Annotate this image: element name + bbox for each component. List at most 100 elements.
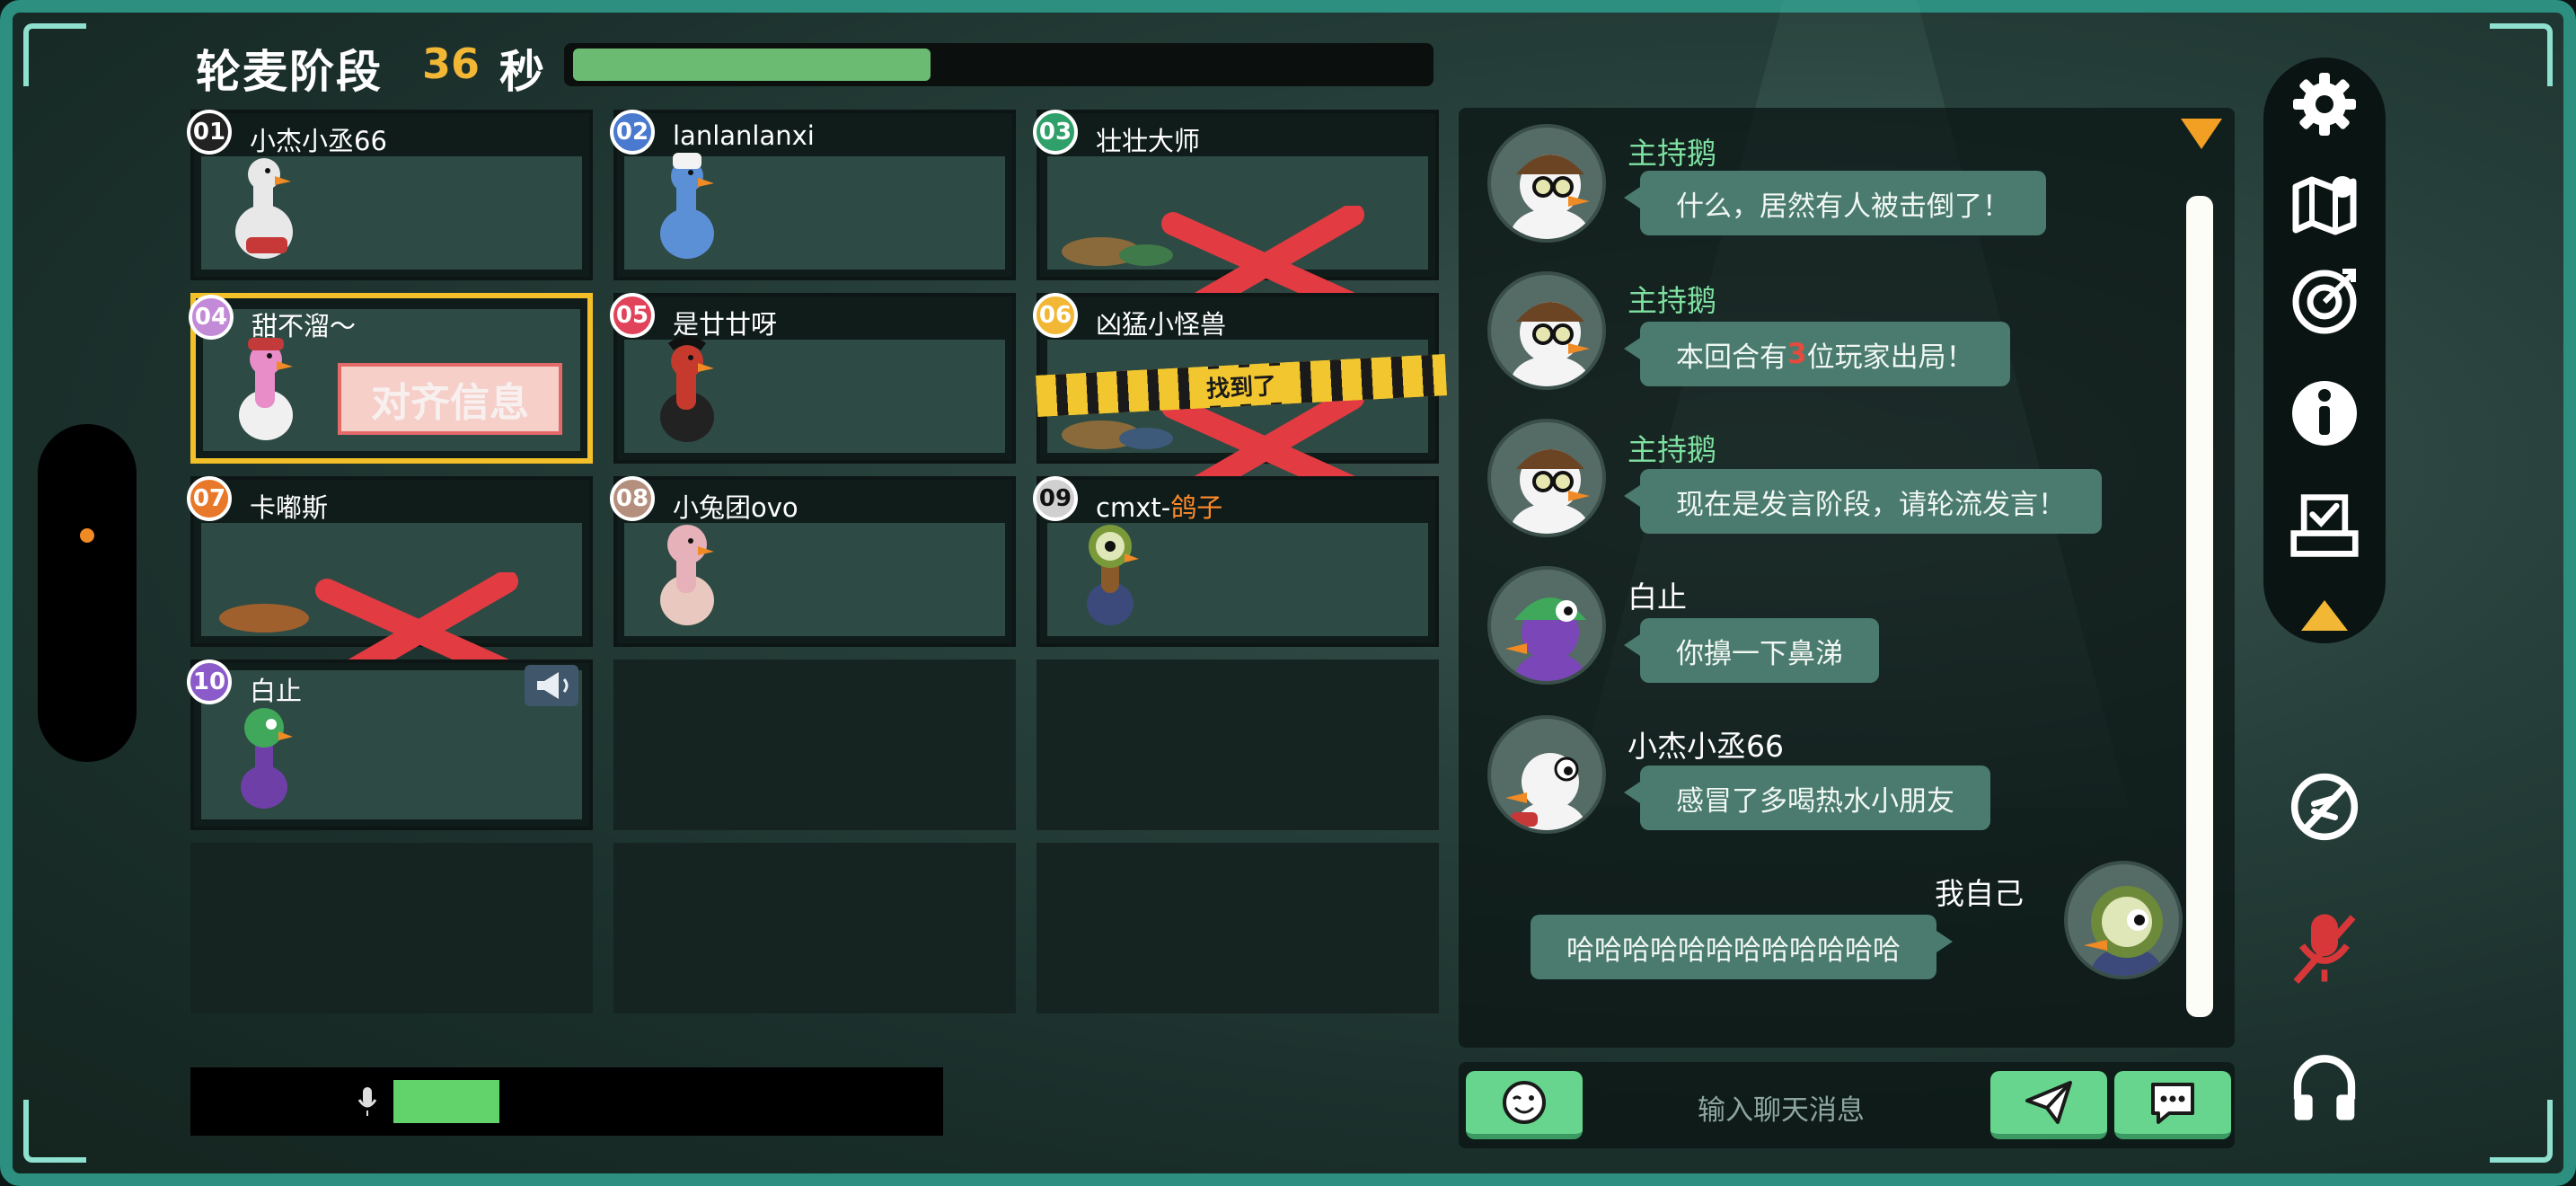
frame-corner <box>2490 1100 2553 1163</box>
player-number-badge: 01 <box>187 110 232 155</box>
chat-input-field[interactable]: 输入聊天消息 <box>1698 1087 1877 1128</box>
notification-dot <box>80 528 94 543</box>
timer-bar-fill <box>573 49 931 81</box>
player-portrait <box>201 523 582 689</box>
empty-slot <box>190 843 593 1013</box>
chat-bubble: 感冒了多喝热水小朋友 <box>1624 766 1990 830</box>
player-portrait <box>1047 156 1428 323</box>
goose-avatar <box>235 158 293 259</box>
chat-text: 现在是发言阶段，请轮流发言！ <box>1676 488 2066 521</box>
player-card[interactable]: 01 小杰小丞66 <box>187 110 593 280</box>
goose-avatar <box>241 708 293 809</box>
player-portrait <box>1047 523 1428 636</box>
player-name: 是廿廿呀 <box>673 309 778 340</box>
timer-unit: 秒 <box>499 46 544 98</box>
mic-muted-icon <box>2293 914 2356 984</box>
player-number-badge: 05 <box>610 293 655 338</box>
target-icon <box>2292 269 2357 334</box>
player-portrait <box>624 336 1005 453</box>
player-grid: 01 小杰小丞66 02 lanlanlanxi 03 壮壮大师 对齐信息 04… <box>187 110 1447 1013</box>
player-card[interactable]: 找到了 06 凶猛小怪兽 <box>1033 293 1447 506</box>
timer-bar <box>564 43 1434 86</box>
player-portrait <box>624 153 1005 270</box>
chat-bubble: 什么，居然有人被击倒了！ <box>1624 171 2046 235</box>
target-button[interactable] <box>2289 264 2360 336</box>
chat-text: 感冒了多喝热水小朋友 <box>1676 784 1954 818</box>
player-name: 卡嘟斯 <box>250 492 329 523</box>
chat-text-highlight: 3 <box>1787 338 1807 370</box>
player-name: lanlanlanxi <box>673 120 815 151</box>
info-button[interactable] <box>2289 377 2360 449</box>
goose-avatar <box>1087 525 1139 625</box>
side-drawer-handle[interactable] <box>38 424 137 762</box>
goose-avatar <box>239 338 293 440</box>
chat-bubble: 现在是发言阶段，请轮流发言！ <box>1624 469 2102 534</box>
player-name: 白止 <box>250 676 303 706</box>
player-card[interactable]: 05 是廿廿呀 <box>610 293 1016 464</box>
mic-level-fill <box>393 1080 499 1123</box>
mic-toggle-button[interactable] <box>2289 898 2360 997</box>
player-number-badge: 07 <box>187 476 232 521</box>
timer-seconds: 36 <box>422 40 481 88</box>
quick-phrase-button[interactable] <box>2114 1071 2231 1139</box>
scroll-down-arrow-icon[interactable] <box>2179 115 2224 151</box>
chat-sender: 白止 <box>1628 580 1687 615</box>
chat-sender: 主持鹅 <box>1628 283 1716 318</box>
empty-slot <box>1037 843 1439 1013</box>
megaphone-icon <box>537 672 569 699</box>
found-label: 找到了 <box>1188 364 1293 407</box>
host-avatar <box>1487 124 1606 243</box>
frame-corner <box>23 1100 86 1163</box>
info-icon <box>2292 381 2357 446</box>
player-card[interactable]: 03 壮壮大师 <box>1033 110 1439 323</box>
phase-title: 轮麦阶段 <box>196 46 383 98</box>
player-number-badge: 02 <box>610 110 655 155</box>
player-name: 甜不溜～ <box>251 311 357 341</box>
frame-corner <box>23 23 86 86</box>
camera-off-icon <box>2290 773 2359 841</box>
board-sign: 对齐信息 <box>338 363 562 435</box>
player-number-badge: 04 <box>189 295 234 340</box>
chat-bubble: 你擤一下鼻涕 <box>1624 618 1879 683</box>
chat-bubble-icon <box>2151 1083 2194 1124</box>
gear-icon <box>2293 73 2356 136</box>
player-number-badge: 10 <box>187 659 232 704</box>
chat-text: 什么，居然有人被击倒了！ <box>1676 190 2010 223</box>
chat-sender: 主持鹅 <box>1628 136 1716 171</box>
settings-button[interactable] <box>2289 68 2360 140</box>
player-number-badge: 09 <box>1033 476 1078 521</box>
headphones-icon <box>2293 1055 2356 1120</box>
player-number-badge: 03 <box>1033 110 1078 155</box>
player-number-badge: 08 <box>610 476 655 521</box>
emoji-face-icon <box>1503 1081 1546 1124</box>
frame-corner <box>2490 23 2553 86</box>
chat-sender: 我自己 <box>1935 876 2024 911</box>
goose-avatar <box>660 525 714 625</box>
collapse-toolbar-button[interactable] <box>2289 579 2360 651</box>
self-avatar <box>2064 861 2183 979</box>
mic-level-icon <box>357 1087 377 1116</box>
player-avatar <box>1487 715 1606 834</box>
empty-slot <box>1037 659 1439 830</box>
camera-toggle-button[interactable] <box>2289 762 2360 852</box>
player-avatar <box>1487 566 1606 685</box>
emoji-button[interactable] <box>1466 1071 1583 1139</box>
player-card-active[interactable]: 对齐信息 04 甜不溜～ <box>189 293 593 464</box>
send-button[interactable] <box>1990 1071 2107 1139</box>
chat-bubble: 本回合有 3 位玩家出局！ <box>1624 322 2010 386</box>
host-avatar <box>1487 271 1606 390</box>
player-card[interactable]: 02 lanlanlanxi <box>610 110 1016 280</box>
map-button[interactable] <box>2289 167 2360 239</box>
vote-button[interactable] <box>2289 489 2360 561</box>
send-plane-icon <box>2025 1081 2072 1124</box>
chat-text: 哈哈哈哈哈哈哈哈哈哈哈哈 <box>1566 934 1901 967</box>
player-card[interactable]: 07 卡嘟斯 <box>187 476 593 689</box>
player-card[interactable]: 09 cmxt-鸽子 <box>1033 476 1439 647</box>
player-card[interactable]: 08 小兔团ovo <box>610 476 1016 647</box>
audio-toggle-button[interactable] <box>2289 1042 2360 1132</box>
player-name-prefix: cmxt- <box>1096 492 1171 523</box>
player-name: 小兔团ovo <box>673 492 798 523</box>
chat-scrollbar[interactable] <box>2186 196 2213 1017</box>
player-card-speaking[interactable]: 10 白止 <box>187 659 593 830</box>
player-name: cmxt-鸽子 <box>1096 487 1222 525</box>
